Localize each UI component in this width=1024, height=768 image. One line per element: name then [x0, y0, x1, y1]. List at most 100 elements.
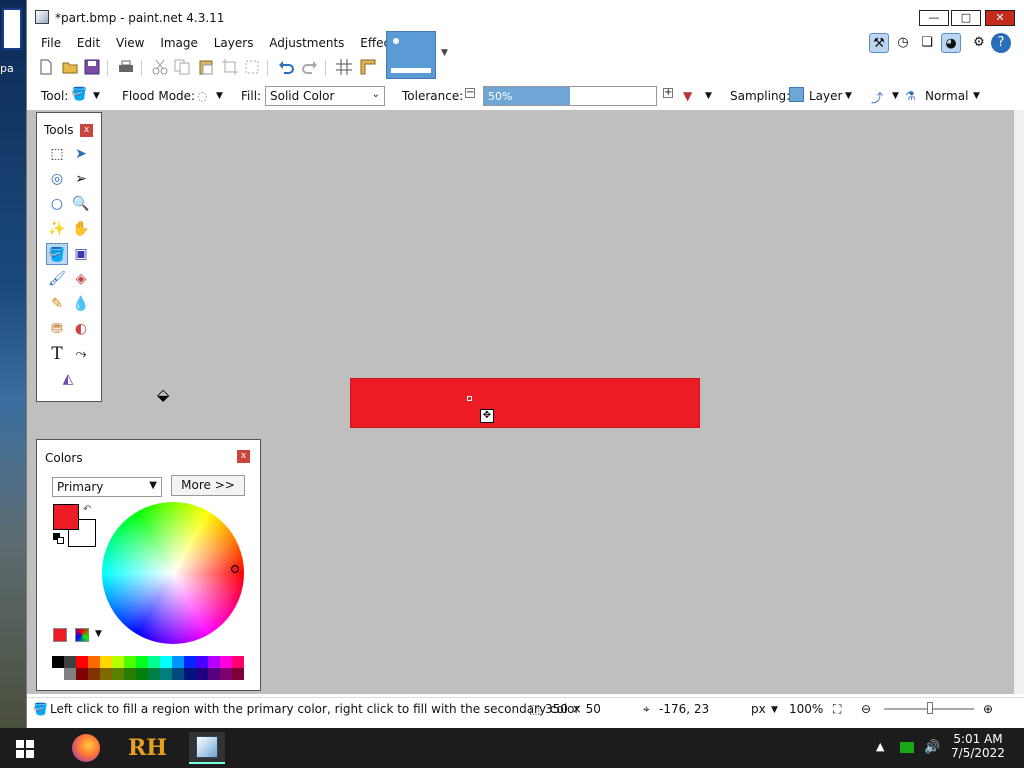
palette-swatch[interactable]: [136, 668, 148, 680]
canvas-area[interactable]: ✥ ⬙ Tools x ⬚ ➤ ◎ ➢ ○ 🔍 ✨ ✋ 🪣 ▣ 🖌 ◈ ✎ 💧 …: [27, 110, 1015, 694]
alpha-blending-chevron-icon[interactable]: ▼: [892, 91, 899, 101]
minimize-button[interactable]: —: [919, 10, 949, 26]
palette-swatch[interactable]: [136, 656, 148, 668]
swap-colors-icon[interactable]: ↶: [83, 504, 91, 515]
volume-icon[interactable]: 🔊: [924, 740, 940, 755]
palette-swatch[interactable]: [112, 668, 124, 680]
tolerance-decrease-button[interactable]: −: [465, 88, 475, 98]
color-wheel-marker[interactable]: [231, 565, 239, 573]
desktop-file-icon[interactable]: [2, 8, 22, 50]
palette-swatch[interactable]: [100, 656, 112, 668]
image-tab-thumbnail[interactable]: [386, 31, 436, 79]
open-icon[interactable]: [61, 58, 79, 76]
palette-swatch[interactable]: [88, 668, 100, 680]
tool-dropdown-chevron-icon[interactable]: ▼: [93, 91, 100, 101]
palette-swatch[interactable]: [64, 668, 76, 680]
colors-window-icon[interactable]: ◕: [941, 33, 961, 53]
palette-swatch[interactable]: [76, 656, 88, 668]
pan-icon[interactable]: ✋: [70, 218, 92, 240]
alpha-blending-icon[interactable]: ⤴: [871, 89, 883, 106]
tools-panel-close-button[interactable]: x: [80, 124, 93, 137]
palette-swatch[interactable]: [160, 668, 172, 680]
settings-icon[interactable]: ⚙: [969, 33, 989, 53]
save-icon[interactable]: [83, 58, 101, 76]
help-icon[interactable]: ?: [991, 33, 1011, 53]
lasso-select-icon[interactable]: ◎: [46, 168, 68, 190]
palette-swatch[interactable]: [112, 656, 124, 668]
antialias-icon[interactable]: ▼: [683, 89, 692, 103]
flood-mode-chevron-icon[interactable]: ▼: [216, 91, 223, 101]
color-wheel[interactable]: [102, 502, 244, 644]
blend-mode-value[interactable]: Normal: [925, 89, 968, 103]
zoom-out-icon[interactable]: ⊖: [861, 702, 871, 716]
palette-swatch[interactable]: [208, 668, 220, 680]
copy-icon[interactable]: [173, 58, 191, 76]
add-to-palette-icon[interactable]: [53, 628, 67, 642]
units-select[interactable]: px: [751, 702, 766, 716]
palette-swatch[interactable]: [76, 668, 88, 680]
undo-icon[interactable]: [277, 58, 295, 76]
primary-color-swatch[interactable]: [53, 504, 79, 530]
maximize-button[interactable]: □: [951, 10, 981, 26]
palette-swatch[interactable]: [52, 656, 64, 668]
color-palette[interactable]: [52, 656, 244, 680]
palette-swatch[interactable]: [208, 656, 220, 668]
palette-swatch[interactable]: [220, 656, 232, 668]
ruler-icon[interactable]: [359, 58, 377, 76]
tools-window-icon[interactable]: ⚒: [869, 33, 889, 53]
menu-layers[interactable]: Layers: [208, 34, 260, 52]
rh-app-icon[interactable]: RH: [128, 732, 167, 764]
paintnet-taskbar-icon[interactable]: [189, 732, 225, 764]
history-icon[interactable]: ◷: [893, 33, 913, 53]
magic-wand-icon[interactable]: ✨: [46, 218, 68, 240]
move-selected-icon[interactable]: ➤: [70, 143, 92, 165]
vertical-scrollbar[interactable]: [1014, 110, 1024, 694]
pencil-icon[interactable]: ✎: [46, 293, 68, 315]
palette-swatch[interactable]: [160, 656, 172, 668]
palette-swatch[interactable]: [124, 656, 136, 668]
palette-swatch[interactable]: [148, 668, 160, 680]
menu-file[interactable]: File: [35, 34, 67, 52]
color-picker-icon[interactable]: 💧: [70, 293, 92, 315]
paintbrush-icon[interactable]: 🖌: [46, 268, 68, 290]
close-button[interactable]: ✕: [985, 10, 1015, 26]
palette-swatch[interactable]: [88, 656, 100, 668]
clock[interactable]: 5:01 AM 7/5/2022: [950, 732, 1006, 760]
palette-swatch[interactable]: [172, 656, 184, 668]
palette-swatch[interactable]: [52, 668, 64, 680]
menu-edit[interactable]: Edit: [71, 34, 106, 52]
start-button[interactable]: [16, 740, 34, 758]
grid-icon[interactable]: [335, 58, 353, 76]
redo-icon[interactable]: [301, 58, 319, 76]
layers-icon[interactable]: ❏: [917, 33, 937, 53]
palette-swatch[interactable]: [184, 668, 196, 680]
palette-swatch[interactable]: [220, 668, 232, 680]
ellipse-select-icon[interactable]: ○: [46, 193, 68, 215]
shapes-icon[interactable]: ◭: [57, 368, 79, 390]
more-colors-button[interactable]: More >>: [171, 475, 245, 496]
move-selection-icon[interactable]: ➢: [70, 168, 92, 190]
fill-select[interactable]: Solid Color ⌄: [265, 86, 385, 106]
image-canvas[interactable]: ✥: [350, 378, 700, 428]
recolor-icon[interactable]: ◐: [70, 318, 92, 340]
menu-image[interactable]: Image: [154, 34, 204, 52]
palette-swatch[interactable]: [232, 668, 244, 680]
crop-icon[interactable]: [221, 58, 239, 76]
palette-swatch[interactable]: [196, 668, 208, 680]
palette-swatch[interactable]: [100, 668, 112, 680]
flood-mode-icon[interactable]: ◌: [197, 89, 207, 103]
antialias-chevron-icon[interactable]: ▼: [705, 91, 712, 101]
zoom-icon[interactable]: 🔍: [70, 193, 92, 215]
palette-swatch[interactable]: [196, 656, 208, 668]
rectangle-select-icon[interactable]: ⬚: [46, 143, 68, 165]
print-icon[interactable]: [117, 58, 135, 76]
menu-view[interactable]: View: [110, 34, 150, 52]
palette-swatch[interactable]: [124, 668, 136, 680]
line-curve-icon[interactable]: ⤳: [70, 343, 92, 365]
image-list-chevron-icon[interactable]: ▼: [441, 48, 448, 58]
clone-stamp-icon[interactable]: ⛃: [46, 318, 68, 340]
palette-menu-icon[interactable]: [75, 628, 89, 642]
sampling-value[interactable]: Layer: [809, 89, 842, 103]
paint-bucket-tool-icon[interactable]: 🪣: [71, 87, 87, 102]
palette-swatch[interactable]: [148, 656, 160, 668]
